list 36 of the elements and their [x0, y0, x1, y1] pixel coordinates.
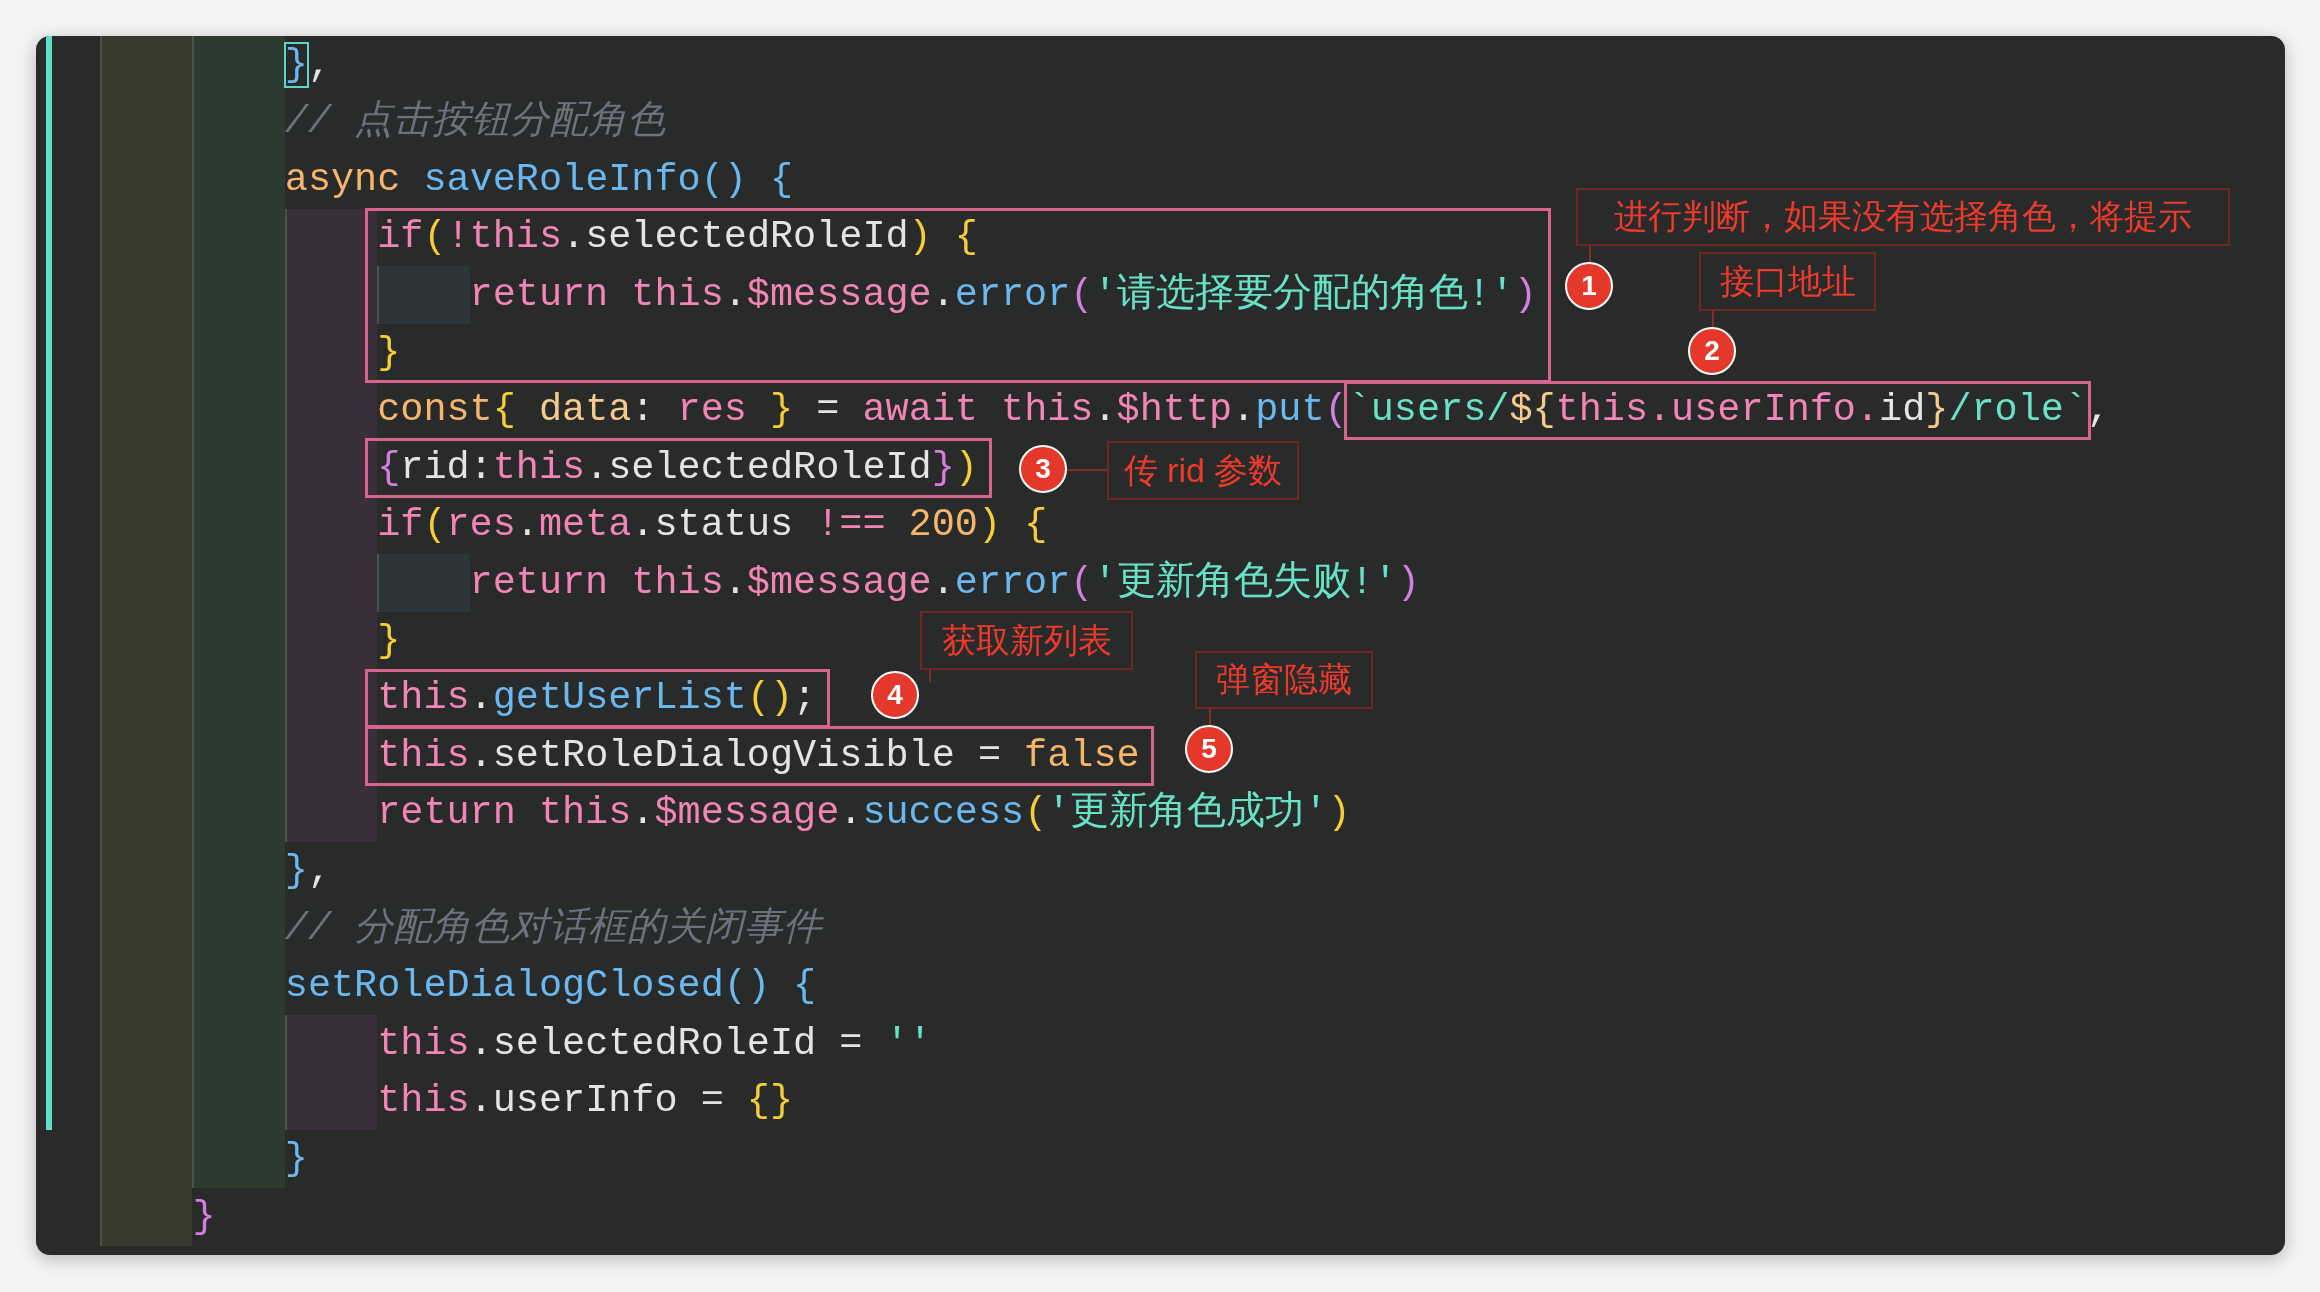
code-line: this.setRoleDialogVisible = false — [377, 733, 1140, 779]
code-line: this.getUserList(); — [377, 676, 817, 721]
code-line: const{ data: res } = await this.$http.put(`users/${this.userInfo.id}/role`, — [377, 388, 2111, 433]
step-number: 3 — [1019, 445, 1067, 493]
code-line: this.selectedRoleId = '' — [377, 1021, 932, 1066]
code-line: {rid:this.selectedRoleId}) — [377, 445, 978, 491]
code-line: } — [377, 330, 401, 375]
callout-label: 获取新列表 — [920, 611, 1133, 670]
code-line: }, — [284, 42, 331, 87]
code-line: return this.$message.error('更新角色失败!') — [469, 561, 1420, 606]
step-number: 1 — [1565, 262, 1613, 310]
callout-label: 弹窗隐藏 — [1195, 651, 1373, 709]
callout-label: 进行判断，如果没有选择角色，将提示 — [1576, 188, 2230, 246]
code-line: if(!this.selectedRoleId) { — [377, 215, 978, 260]
code-line: return this.$message.error('请选择要分配的角色!') — [469, 273, 1537, 318]
leader-line — [929, 670, 931, 682]
step-number: 2 — [1688, 327, 1736, 375]
callout-label: 接口地址 — [1699, 252, 1876, 311]
code-line: return this.$message.success('更新角色成功') — [377, 791, 1351, 836]
callout-label: 传 rid 参数 — [1107, 441, 1299, 500]
code-line: async saveRoleInfo() { — [284, 157, 794, 203]
code-comment: // 分配角色对话框的关闭事件 — [284, 906, 823, 951]
leader-line — [1589, 246, 1591, 263]
step-number: 5 — [1185, 725, 1233, 773]
code-comment: // 点击按钮分配角色 — [284, 100, 667, 145]
code-line: this.userInfo = {} — [377, 1079, 794, 1124]
code-line: setRoleDialogClosed() { — [284, 964, 817, 1009]
code-line: if(res.meta.status !== 200) { — [377, 503, 1048, 548]
leader-line — [1712, 311, 1714, 328]
code-line: }, — [284, 848, 331, 894]
code-line: } — [284, 1136, 308, 1182]
code-line: } — [377, 618, 401, 663]
code-line: } — [192, 1194, 216, 1239]
leader-line — [1067, 469, 1107, 471]
step-number: 4 — [871, 671, 919, 719]
leader-line — [1209, 709, 1211, 726]
